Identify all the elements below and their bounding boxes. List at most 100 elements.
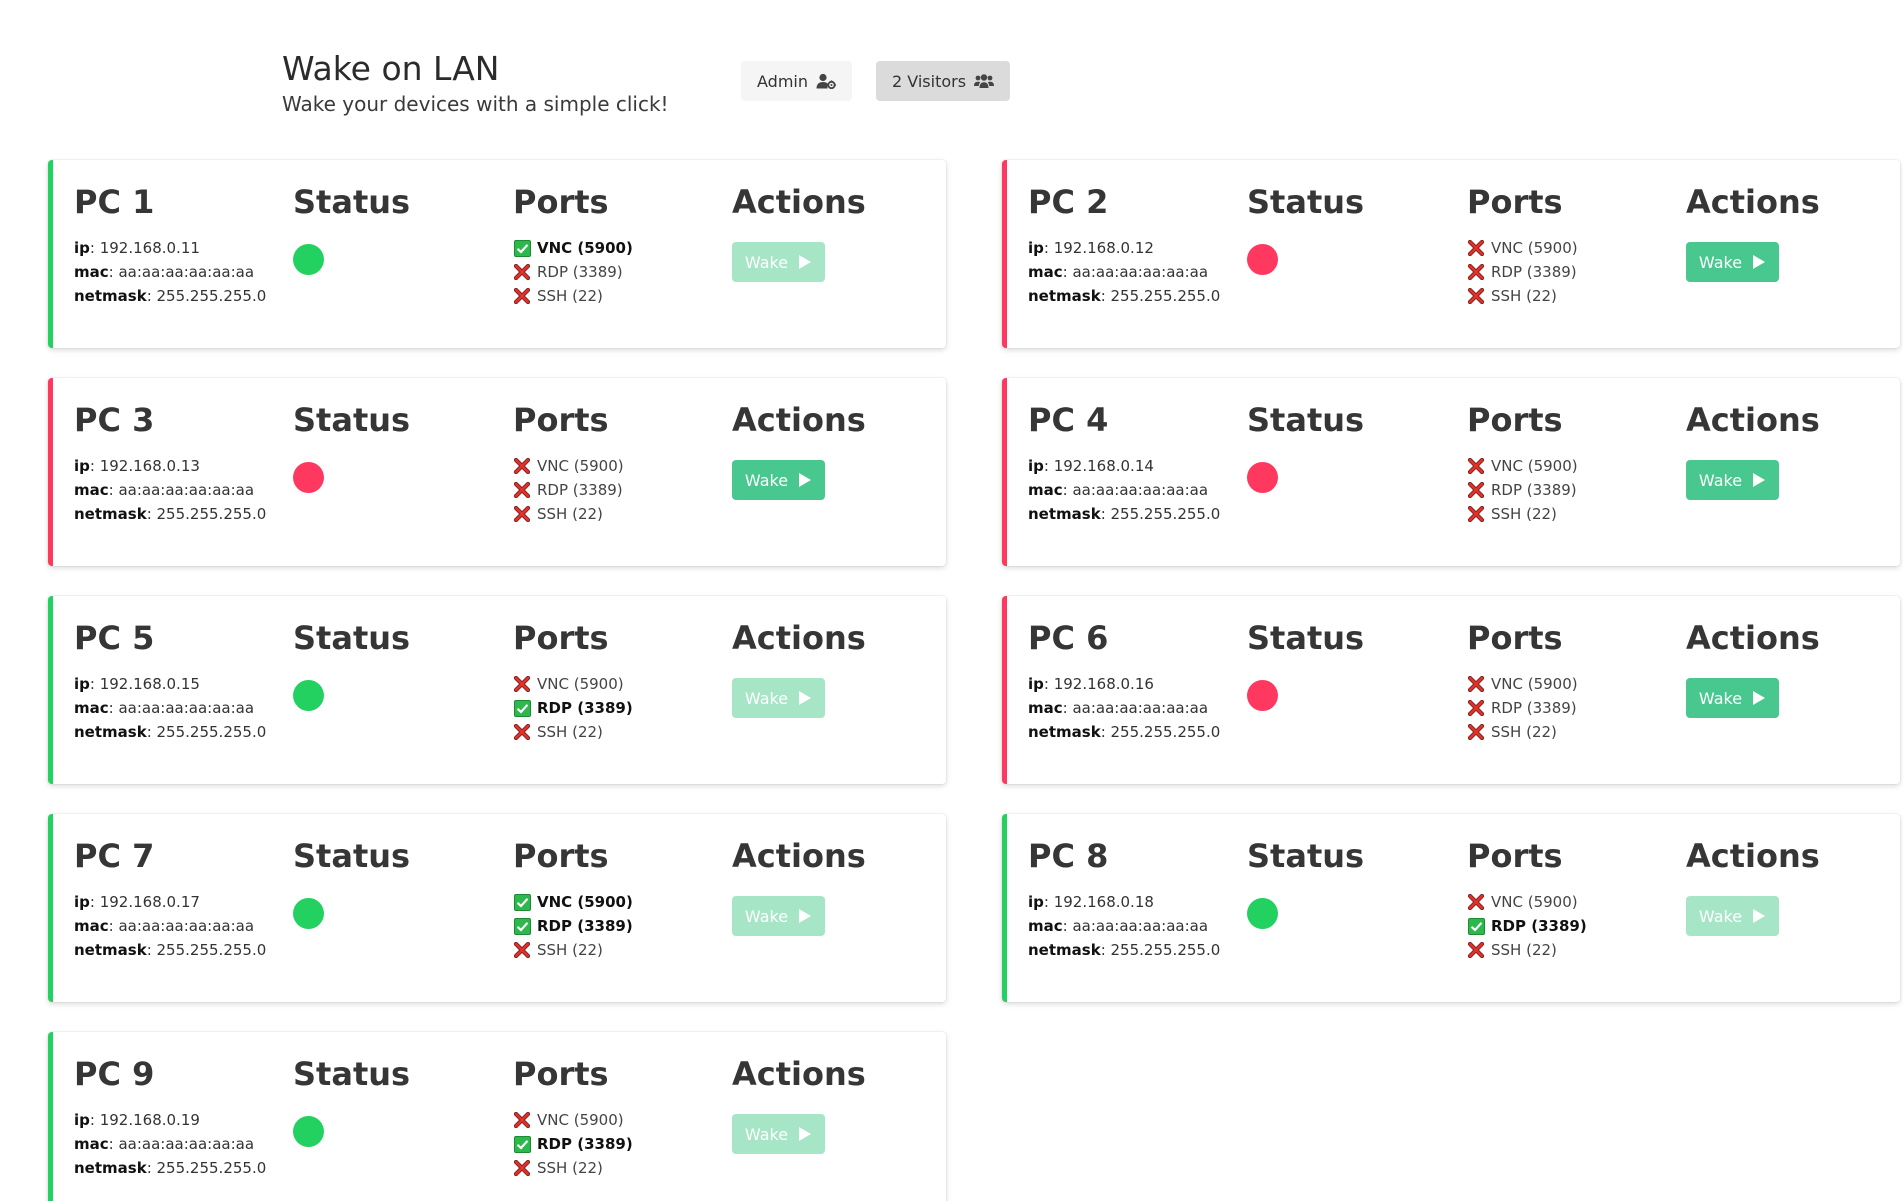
mac-row: mac: aa:aa:aa:aa:aa:aa [1028, 917, 1209, 935]
mac-row: mac: aa:aa:aa:aa:aa:aa [74, 1135, 255, 1153]
actions-column: Actions Wake [732, 1054, 866, 1154]
device-info-column: PC 3 ip: 192.168.0.13 mac: aa:aa:aa:aa:a… [74, 400, 266, 526]
wake-button[interactable]: Wake [1686, 896, 1779, 936]
cross-icon [513, 287, 531, 305]
actions-heading: Actions [732, 837, 866, 875]
ip-label: ip [74, 457, 90, 475]
netmask-label: netmask [74, 723, 147, 741]
device-card-7: PC 7 ip: 192.168.0.17 mac: aa:aa:aa:aa:a… [48, 814, 946, 1002]
device-card-6: PC 6 ip: 192.168.0.16 mac: aa:aa:aa:aa:a… [1002, 596, 1900, 784]
cross-icon [1467, 505, 1485, 523]
cross-icon [1467, 699, 1485, 717]
actions-heading: Actions [732, 619, 866, 657]
device-info-column: PC 2 ip: 192.168.0.12 mac: aa:aa:aa:aa:a… [1028, 182, 1220, 308]
mac-label: mac [74, 917, 109, 935]
check-icon [513, 699, 531, 717]
port-item: SSH (22) [513, 938, 633, 962]
device-name: PC 1 [74, 183, 155, 221]
status-online-indicator [293, 244, 324, 275]
mac-label: mac [1028, 263, 1063, 281]
port-label: RDP (3389) [537, 917, 633, 935]
port-list: VNC (5900) RDP (3389) SSH (22) [513, 1108, 633, 1180]
status-column: Status [293, 836, 410, 929]
port-item: SSH (22) [1467, 284, 1578, 308]
ports-heading: Ports [513, 619, 609, 657]
cross-icon [513, 263, 531, 281]
port-item: RDP (3389) [1467, 478, 1578, 502]
netmask-label: netmask [74, 941, 147, 959]
netmask-label: netmask [74, 1159, 147, 1177]
device-card-2: PC 2 ip: 192.168.0.12 mac: aa:aa:aa:aa:a… [1002, 160, 1900, 348]
status-column: Status [1247, 400, 1364, 493]
port-item: VNC (5900) [513, 1108, 633, 1132]
port-item: VNC (5900) [513, 454, 624, 478]
actions-column: Actions Wake [1686, 836, 1820, 936]
ip-label: ip [1028, 893, 1044, 911]
ip-row: ip: 192.168.0.19 [74, 1111, 200, 1129]
actions-column: Actions Wake [1686, 618, 1820, 718]
actions-column: Actions Wake [1686, 182, 1820, 282]
netmask-row: netmask: 255.255.255.0 [74, 941, 267, 959]
port-item: VNC (5900) [513, 236, 633, 260]
header-buttons: Admin 2 Visitors [741, 61, 1011, 101]
device-details: ip: 192.168.0.19 mac: aa:aa:aa:aa:aa:aa … [74, 1108, 266, 1180]
port-item: RDP (3389) [1467, 914, 1587, 938]
device-details: ip: 192.168.0.12 mac: aa:aa:aa:aa:aa:aa … [1028, 236, 1220, 308]
port-item: SSH (22) [1467, 720, 1578, 744]
wake-button[interactable]: Wake [732, 242, 825, 282]
status-heading: Status [293, 837, 411, 875]
mac-value: aa:aa:aa:aa:aa:aa [118, 1135, 255, 1153]
ip-row: ip: 192.168.0.18 [1028, 893, 1154, 911]
ip-row: ip: 192.168.0.12 [1028, 239, 1154, 257]
ip-label: ip [74, 1111, 90, 1129]
wake-button[interactable]: Wake [1686, 678, 1779, 718]
ip-value: 192.168.0.11 [99, 239, 200, 257]
wake-button[interactable]: Wake [732, 678, 825, 718]
device-name: PC 2 [1028, 183, 1109, 221]
wake-label: Wake [744, 252, 789, 272]
mac-row: mac: aa:aa:aa:aa:aa:aa [1028, 481, 1209, 499]
device-name: PC 5 [74, 619, 155, 657]
ip-row: ip: 192.168.0.16 [1028, 675, 1154, 693]
ip-label: ip [74, 893, 90, 911]
netmask-row: netmask: 255.255.255.0 [1028, 723, 1221, 741]
cross-icon [513, 675, 531, 693]
port-label: SSH (22) [537, 505, 603, 523]
mac-label: mac [74, 263, 109, 281]
play-icon [799, 691, 812, 705]
play-icon [1753, 909, 1766, 923]
cross-icon [1467, 457, 1485, 475]
cross-icon [1467, 723, 1485, 741]
actions-heading: Actions [1686, 619, 1820, 657]
wake-button[interactable]: Wake [732, 1114, 825, 1154]
device-name: PC 3 [74, 401, 155, 439]
netmask-label: netmask [74, 505, 147, 523]
wake-button[interactable]: Wake [1686, 242, 1779, 282]
wake-button[interactable]: Wake [1686, 460, 1779, 500]
status-column: Status [293, 400, 410, 493]
ip-row: ip: 192.168.0.14 [1028, 457, 1154, 475]
wake-label: Wake [1698, 906, 1743, 926]
port-label: SSH (22) [537, 1159, 603, 1177]
admin-button[interactable]: Admin [741, 61, 852, 101]
ip-label: ip [1028, 675, 1044, 693]
mac-value: aa:aa:aa:aa:aa:aa [1072, 481, 1209, 499]
actions-column: Actions Wake [732, 182, 866, 282]
device-details: ip: 192.168.0.16 mac: aa:aa:aa:aa:aa:aa … [1028, 672, 1220, 744]
ports-column: Ports VNC (5900) RDP (3389) SSH (22) [1467, 618, 1578, 744]
cross-icon [513, 505, 531, 523]
cross-icon [513, 1159, 531, 1177]
port-label: RDP (3389) [1491, 263, 1577, 281]
port-list: VNC (5900) RDP (3389) SSH (22) [1467, 890, 1587, 962]
ports-heading: Ports [513, 837, 609, 875]
device-info-column: PC 6 ip: 192.168.0.16 mac: aa:aa:aa:aa:a… [1028, 618, 1220, 744]
port-label: VNC (5900) [1491, 457, 1578, 475]
port-label: SSH (22) [1491, 287, 1557, 305]
visitors-button[interactable]: 2 Visitors [876, 61, 1011, 101]
user-gear-icon [816, 73, 836, 89]
netmask-row: netmask: 255.255.255.0 [1028, 941, 1221, 959]
ports-column: Ports VNC (5900) RDP (3389) SSH (22) [1467, 182, 1578, 308]
wake-label: Wake [1698, 470, 1743, 490]
wake-button[interactable]: Wake [732, 896, 825, 936]
wake-button[interactable]: Wake [732, 460, 825, 500]
